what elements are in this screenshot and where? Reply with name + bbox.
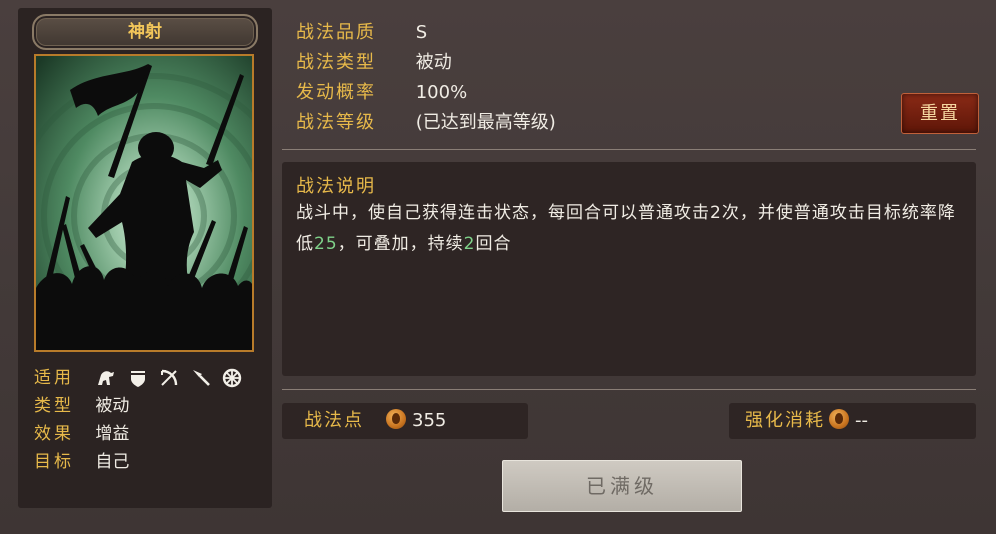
- skill-name-plate: 神射: [32, 14, 258, 50]
- info-value: 被动: [415, 52, 452, 73]
- info-key: 战法类型: [296, 52, 376, 73]
- description-highlight: 25: [314, 234, 338, 254]
- bow-icon: [161, 369, 178, 386]
- coin-icon: [386, 409, 406, 429]
- info-value: 100%: [415, 82, 468, 103]
- skill-description-panel: 战法说明 战斗中，使自己获得连击状态，每回合可以普通攻击2次，并使普通攻击目标统…: [282, 162, 976, 376]
- shield-icon: [130, 371, 145, 387]
- skill-name: 神射: [128, 22, 162, 42]
- description-part: ，可叠加，持续: [337, 234, 464, 254]
- spear-icon: [192, 370, 210, 386]
- prop-value: 自己: [95, 452, 130, 472]
- prop-effect: 效果 增益: [34, 420, 264, 448]
- info-level: 战法等级 (已达到最高等级): [296, 108, 556, 138]
- prop-value: 被动: [95, 396, 130, 416]
- prop-key: 类型: [34, 396, 74, 416]
- prop-key: 目标: [34, 452, 74, 472]
- reset-button[interactable]: 重置: [901, 93, 979, 134]
- upgrade-cost-value: --: [855, 410, 868, 431]
- skill-points-label: 战法点: [304, 410, 364, 431]
- prop-applicable: 适用: [34, 364, 264, 392]
- info-key: 发动概率: [296, 82, 376, 103]
- prop-type: 类型 被动: [34, 392, 264, 420]
- info-type: 战法类型 被动: [296, 48, 556, 78]
- info-value: (已达到最高等级): [415, 112, 556, 133]
- prop-target: 目标 自己: [34, 448, 264, 476]
- info-quality: 战法品质 S: [296, 18, 556, 48]
- description-text: 战斗中，使自己获得连击状态，每回合可以普通攻击2次，并使普通攻击目标统率降低25…: [296, 198, 956, 260]
- skill-card-panel: 神射 适用 类型 被动 效果 增益 目标 自己: [18, 8, 272, 508]
- upgrade-cost-label: 强化消耗: [745, 410, 825, 431]
- description-highlight: 2: [463, 234, 476, 254]
- divider: [282, 149, 976, 150]
- skill-points-box: 战法点 355: [282, 403, 528, 439]
- cavalry-icon: [98, 371, 115, 385]
- prop-key: 适用: [34, 368, 74, 388]
- wheel-icon: [222, 368, 242, 388]
- skill-info: 战法品质 S 战法类型 被动 发动概率 100% 战法等级 (已达到最高等级): [296, 18, 556, 138]
- info-value: S: [415, 22, 428, 43]
- divider: [282, 389, 976, 390]
- info-rate: 发动概率 100%: [296, 78, 556, 108]
- info-key: 战法等级: [296, 112, 376, 133]
- coin-icon: [829, 409, 849, 429]
- max-level-button[interactable]: 已满级: [502, 460, 742, 512]
- skill-properties: 适用 类型 被动 效果 增益 目标 自己: [34, 364, 264, 476]
- skill-points-value: 355: [412, 410, 447, 431]
- info-key: 战法品质: [296, 22, 376, 43]
- upgrade-cost-box: 强化消耗 --: [729, 403, 976, 439]
- prop-value: 增益: [95, 424, 130, 444]
- description-part: 回合: [475, 234, 512, 254]
- description-title: 战法说明: [296, 176, 376, 197]
- skill-illustration: [34, 54, 254, 352]
- prop-key: 效果: [34, 424, 74, 444]
